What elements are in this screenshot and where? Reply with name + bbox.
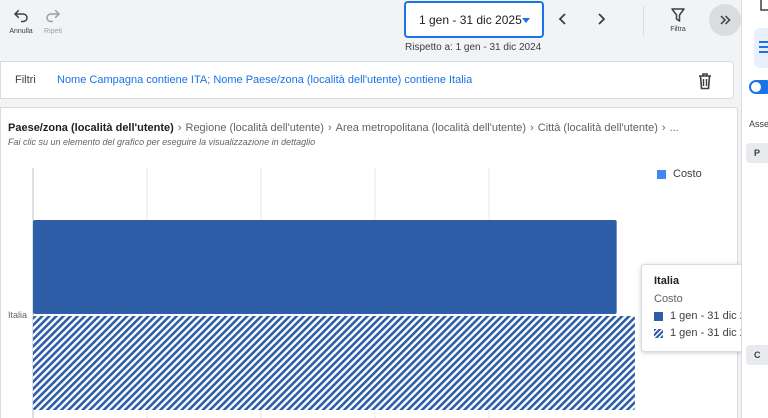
tooltip-swatch-solid <box>654 311 663 321</box>
setup-tab[interactable] <box>754 28 768 68</box>
filter-bar: Filtri Nome Campagna contiene ITA; Nome … <box>0 61 734 99</box>
collapse-panel-button[interactable] <box>709 4 741 36</box>
bar-previous-period[interactable] <box>33 316 635 410</box>
toggle-knob <box>751 82 761 92</box>
compare-range-text: Rispetto a: 1 gen - 31 dic 2024 <box>405 42 542 53</box>
dimension-chip[interactable]: P <box>746 143 768 163</box>
redo-icon <box>46 9 61 23</box>
category-label: Italia <box>8 310 27 320</box>
redo-label: Ripeti <box>44 28 62 35</box>
panel-icon[interactable] <box>760 0 768 12</box>
filter-button[interactable]: Filtra <box>662 7 694 33</box>
toolbar-divider <box>643 6 644 36</box>
list-icon <box>759 41 768 53</box>
chart-card: Paese/zona (località dell'utente) › Regi… <box>0 107 738 418</box>
tooltip-swatch-hatched <box>654 328 663 338</box>
date-range-picker[interactable]: 1 gen - 31 dic 2025 <box>404 1 544 38</box>
chevron-right-icon[interactable] <box>593 11 609 27</box>
toolbar: Annulla Ripeti 1 gen - 31 dic 2025 Rispe… <box>0 0 741 58</box>
chevron-down-icon <box>522 18 530 23</box>
trash-icon[interactable] <box>697 72 713 90</box>
comparison-toggle[interactable] <box>749 80 768 94</box>
chart-legend: Costo <box>657 168 702 180</box>
undo-icon <box>13 9 28 23</box>
chip-label: C <box>754 350 761 360</box>
metric-chip[interactable]: C <box>746 345 768 365</box>
double-chevron-right-icon <box>720 15 731 25</box>
bar-current-period[interactable] <box>33 220 617 314</box>
date-range-label: 1 gen - 31 dic 2025 <box>419 12 522 27</box>
undo-button[interactable]: Annulla <box>3 8 39 35</box>
filters-label: Filtri <box>15 74 36 86</box>
legend-swatch <box>657 169 666 179</box>
chevron-left-icon[interactable] <box>555 11 571 27</box>
legend-label: Costo <box>673 168 702 180</box>
chip-label: P <box>754 148 761 158</box>
filter-label: Filtra <box>670 26 686 33</box>
redo-button[interactable]: Ripeti <box>35 8 71 35</box>
filter-icon <box>671 8 685 22</box>
bar-chart: Italia <box>8 168 635 418</box>
axis-section-label: Asse <box>749 119 768 129</box>
side-panel: Asse P C <box>741 0 768 418</box>
undo-label: Annulla <box>9 28 33 35</box>
filters-value-link[interactable]: Nome Campagna contiene ITA; Nome Paese/z… <box>57 74 472 86</box>
